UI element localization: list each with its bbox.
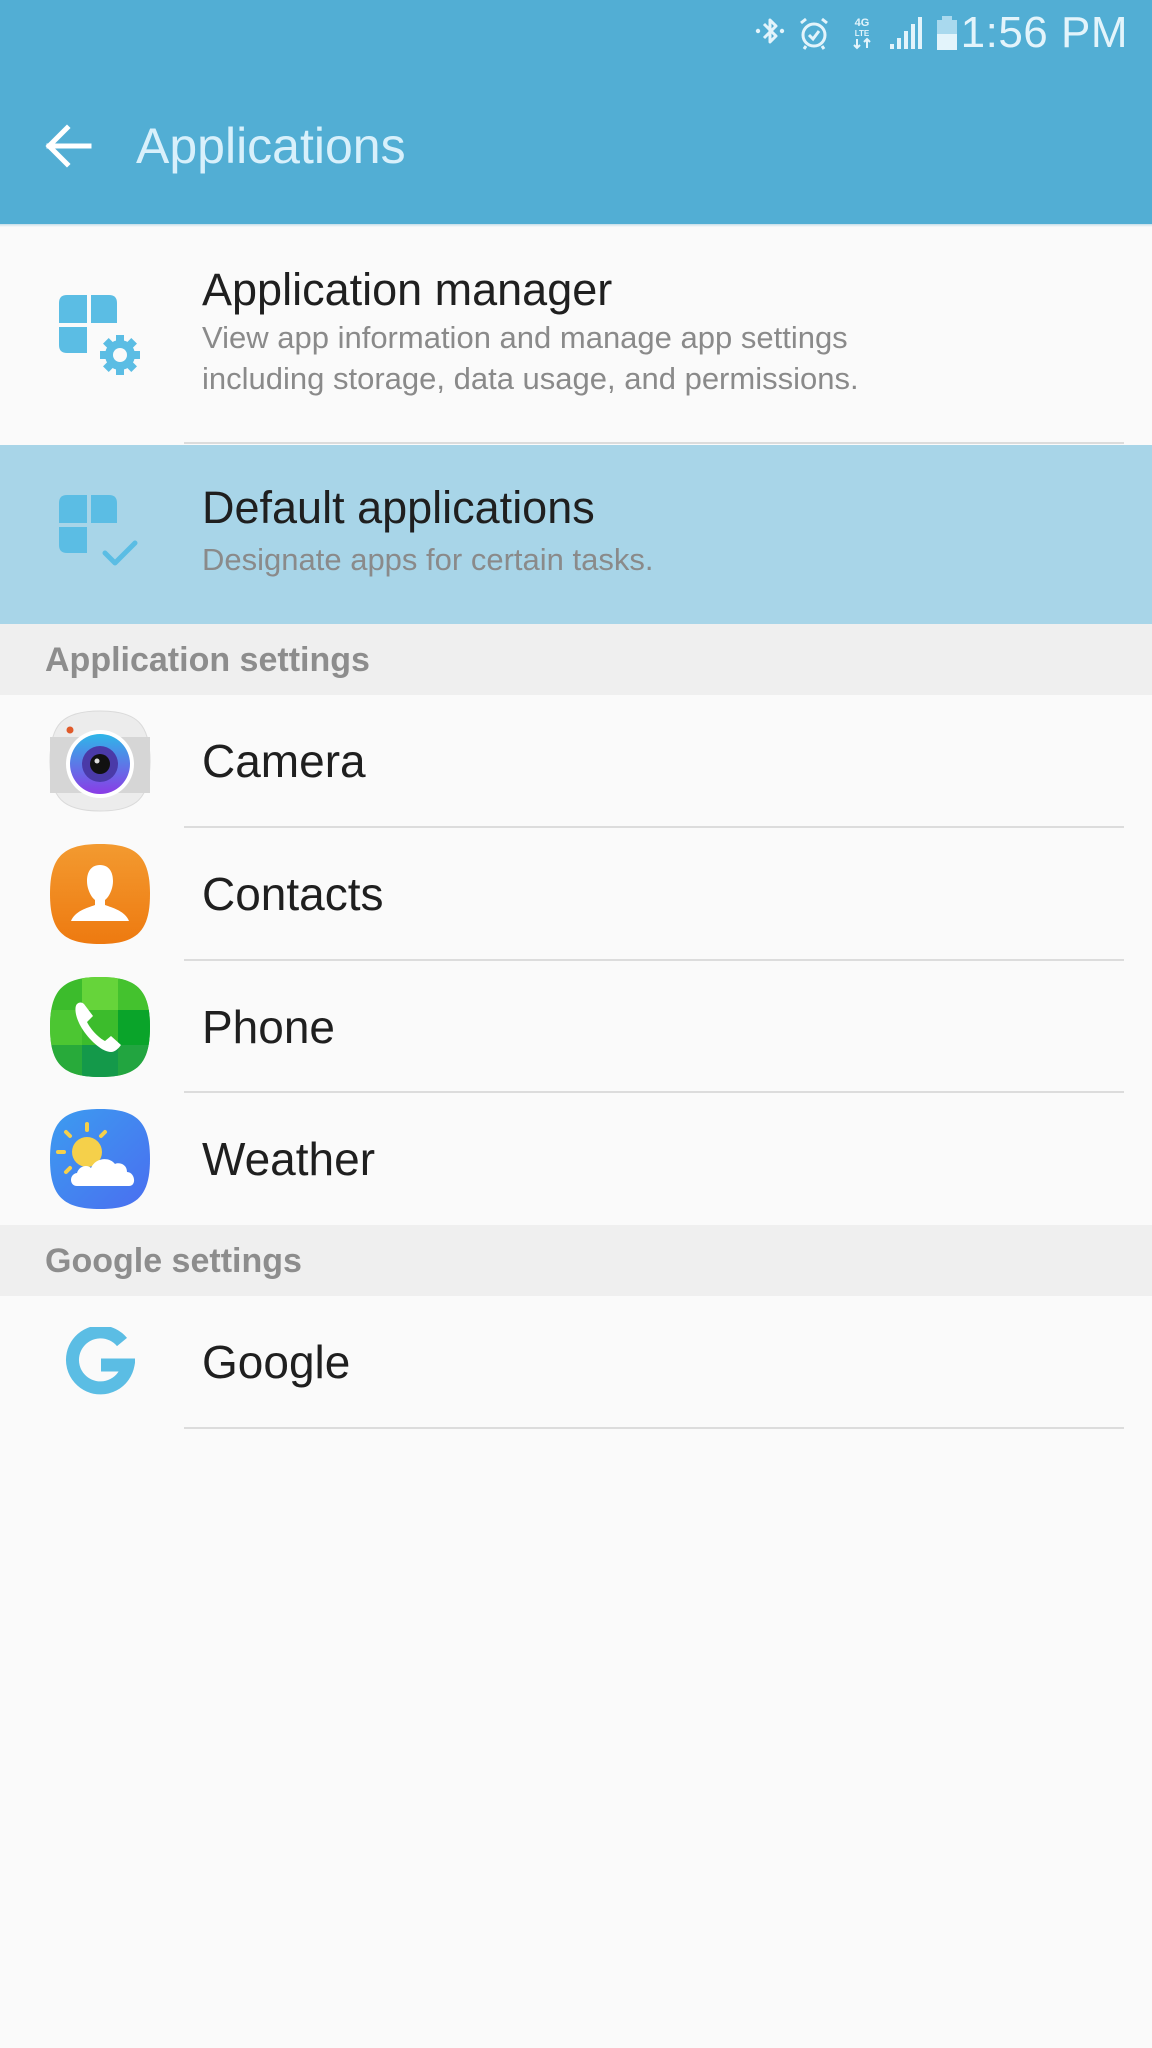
contacts-item[interactable]: Contacts bbox=[0, 828, 1152, 960]
item-subtitle: including storage, data usage, and permi… bbox=[202, 361, 859, 396]
bluetooth-icon bbox=[755, 18, 785, 44]
status-bar: 4G LTE 1:56 PM bbox=[0, 0, 1152, 66]
alarm-icon bbox=[800, 17, 828, 50]
phone-app-icon bbox=[50, 976, 150, 1077]
svg-text:4G: 4G bbox=[855, 17, 870, 29]
item-label: Phone bbox=[202, 1001, 336, 1053]
section-header-application-settings: Application settings bbox=[0, 624, 1152, 695]
google-icon bbox=[65, 1327, 135, 1395]
item-label: Weather bbox=[202, 1133, 376, 1185]
back-arrow-icon bbox=[45, 124, 92, 168]
app-bar: 4G LTE 1:56 PM Applications bbox=[0, 0, 1152, 224]
svg-text:LTE: LTE bbox=[855, 29, 870, 38]
item-title: Default applications bbox=[202, 482, 595, 533]
contacts-app-icon bbox=[50, 844, 150, 944]
item-label: Google bbox=[202, 1336, 351, 1388]
application-manager-item[interactable]: Application manager View app information… bbox=[0, 227, 1152, 443]
weather-app-icon bbox=[50, 1109, 150, 1209]
item-subtitle: Designate apps for certain tasks. bbox=[202, 542, 654, 577]
divider bbox=[184, 442, 1124, 444]
app-manager-gear-icon bbox=[59, 295, 140, 375]
camera-app-icon bbox=[49, 710, 151, 812]
section-header-google-settings: Google settings bbox=[0, 1225, 1152, 1296]
divider bbox=[184, 1427, 1124, 1429]
google-item[interactable]: Google bbox=[0, 1296, 1152, 1428]
phone-item[interactable]: Phone bbox=[0, 961, 1152, 1092]
battery-icon bbox=[937, 16, 957, 50]
item-subtitle: View app information and manage app sett… bbox=[202, 320, 848, 355]
4g-lte-icon: 4G LTE bbox=[853, 17, 871, 50]
weather-item[interactable]: Weather bbox=[0, 1093, 1152, 1225]
item-title: Application manager bbox=[202, 264, 613, 315]
back-button[interactable] bbox=[34, 112, 102, 180]
camera-item[interactable]: Camera bbox=[0, 695, 1152, 827]
page-title: Applications bbox=[136, 118, 406, 174]
signal-icon bbox=[890, 17, 922, 49]
status-time: 1:56 PM bbox=[960, 8, 1128, 57]
item-label: Contacts bbox=[202, 868, 384, 920]
default-apps-check-icon bbox=[59, 494, 138, 565]
item-label: Camera bbox=[202, 735, 366, 787]
default-applications-item[interactable]: Default applications Designate apps for … bbox=[0, 445, 1152, 624]
